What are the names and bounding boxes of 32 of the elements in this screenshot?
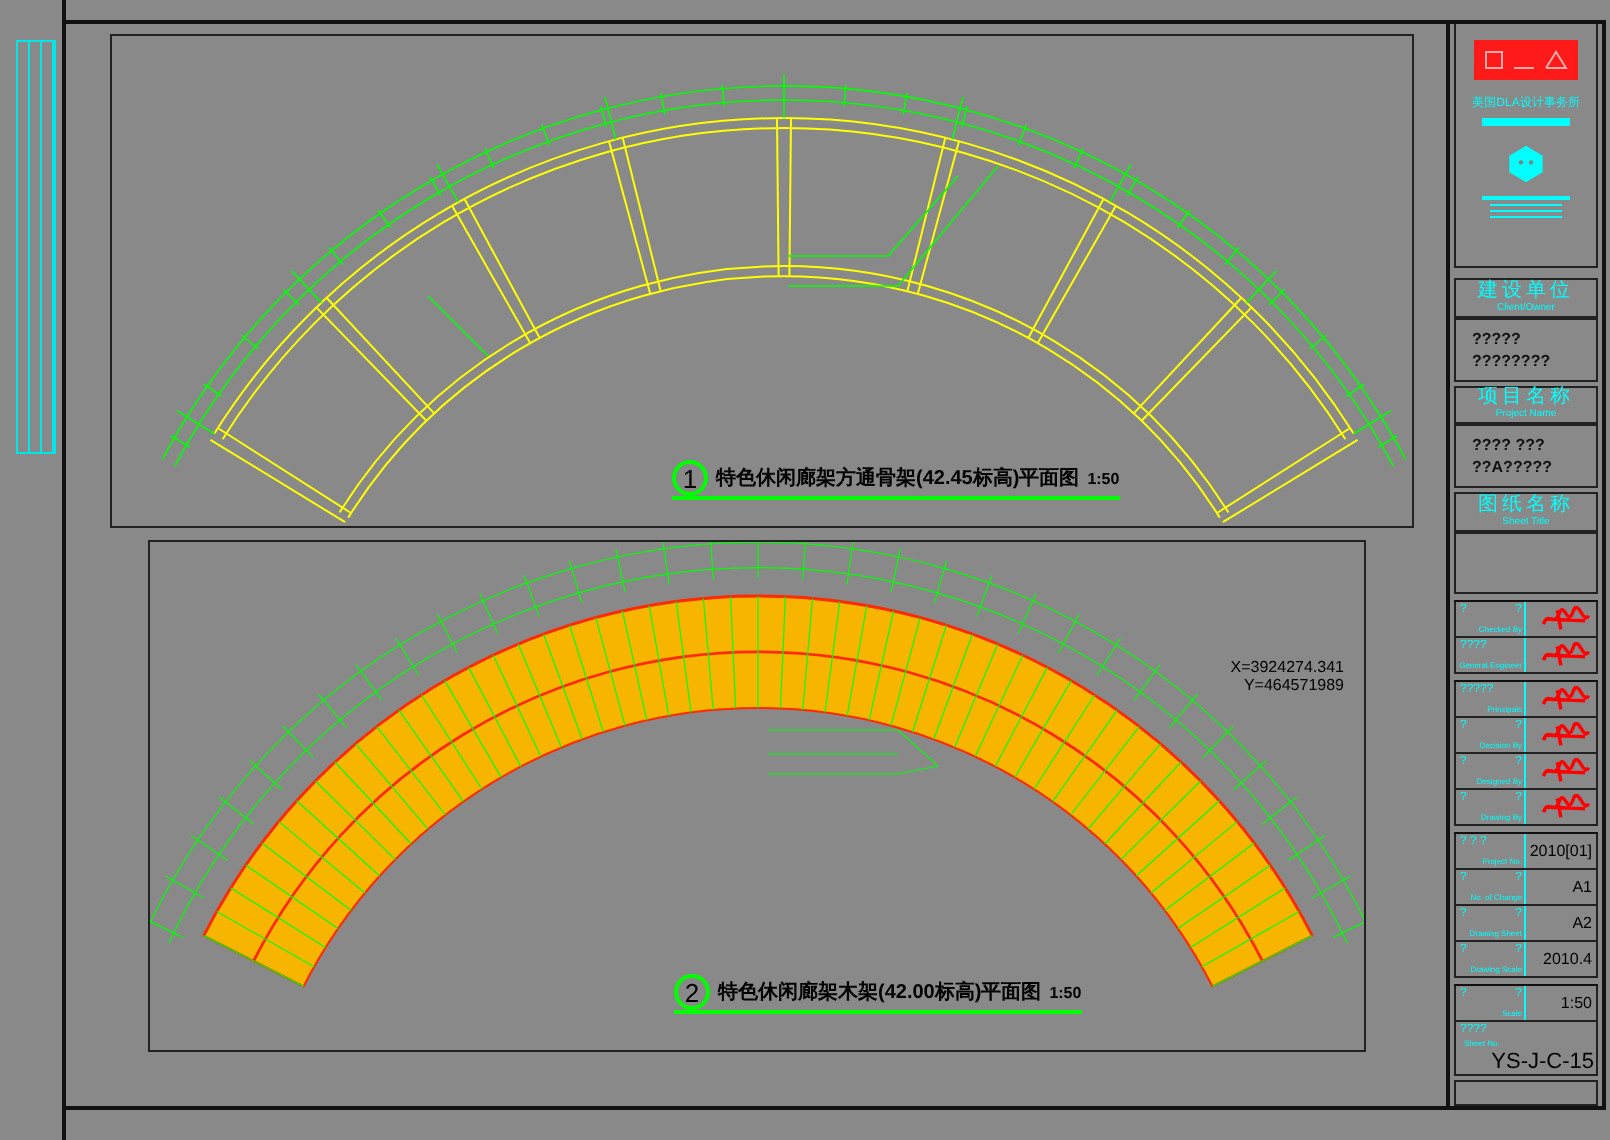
- section-value: ??A?????: [1472, 458, 1554, 477]
- section-value: ????????: [1472, 351, 1553, 370]
- firm-logo-icon: [1474, 40, 1578, 80]
- title-block-cell: [1454, 1080, 1598, 1106]
- signature-drawing: [1540, 606, 1592, 633]
- signature-drawing: [1540, 758, 1592, 785]
- hexagon-logo-icon: [1506, 144, 1546, 184]
- firm-bar: [1482, 118, 1570, 126]
- coordinate-note: Y=464571989: [1243, 676, 1344, 694]
- plan-scale: 1:50: [1049, 983, 1082, 1001]
- signature-drawing: [1540, 642, 1592, 669]
- plan-scale: 1:50: [1087, 469, 1120, 487]
- section-value: ?????: [1472, 329, 1523, 348]
- section-heading: 项目名称: [1478, 388, 1574, 409]
- plan-number: 1: [672, 460, 708, 496]
- signature-drawing: [1540, 722, 1592, 749]
- section-heading: 图纸名称: [1478, 495, 1574, 516]
- plan-title: 特色休闲廊架木架(42.00标高)平面图: [718, 978, 1042, 1006]
- row-value: 1:50: [1560, 994, 1592, 1013]
- signature-drawing: [1540, 794, 1592, 821]
- plan-title: 特色休闲廊架方通骨架(42.45标高)平面图: [716, 464, 1080, 492]
- section-value: ???? ???: [1472, 436, 1547, 455]
- row-value: YS-J-C-15: [1491, 1050, 1594, 1075]
- row-value: A1: [1572, 878, 1592, 897]
- firm-details-drawing: [1482, 196, 1570, 218]
- row-value: 2010[01]: [1529, 842, 1592, 861]
- signature-drawing: [1540, 686, 1592, 713]
- row-value: A2: [1572, 914, 1592, 933]
- coordinate-note: X=3924274.341: [1230, 658, 1344, 676]
- row-value: 2010.4: [1543, 950, 1592, 969]
- plan-number: 2: [674, 974, 710, 1010]
- section-heading: 建设单位: [1478, 282, 1574, 303]
